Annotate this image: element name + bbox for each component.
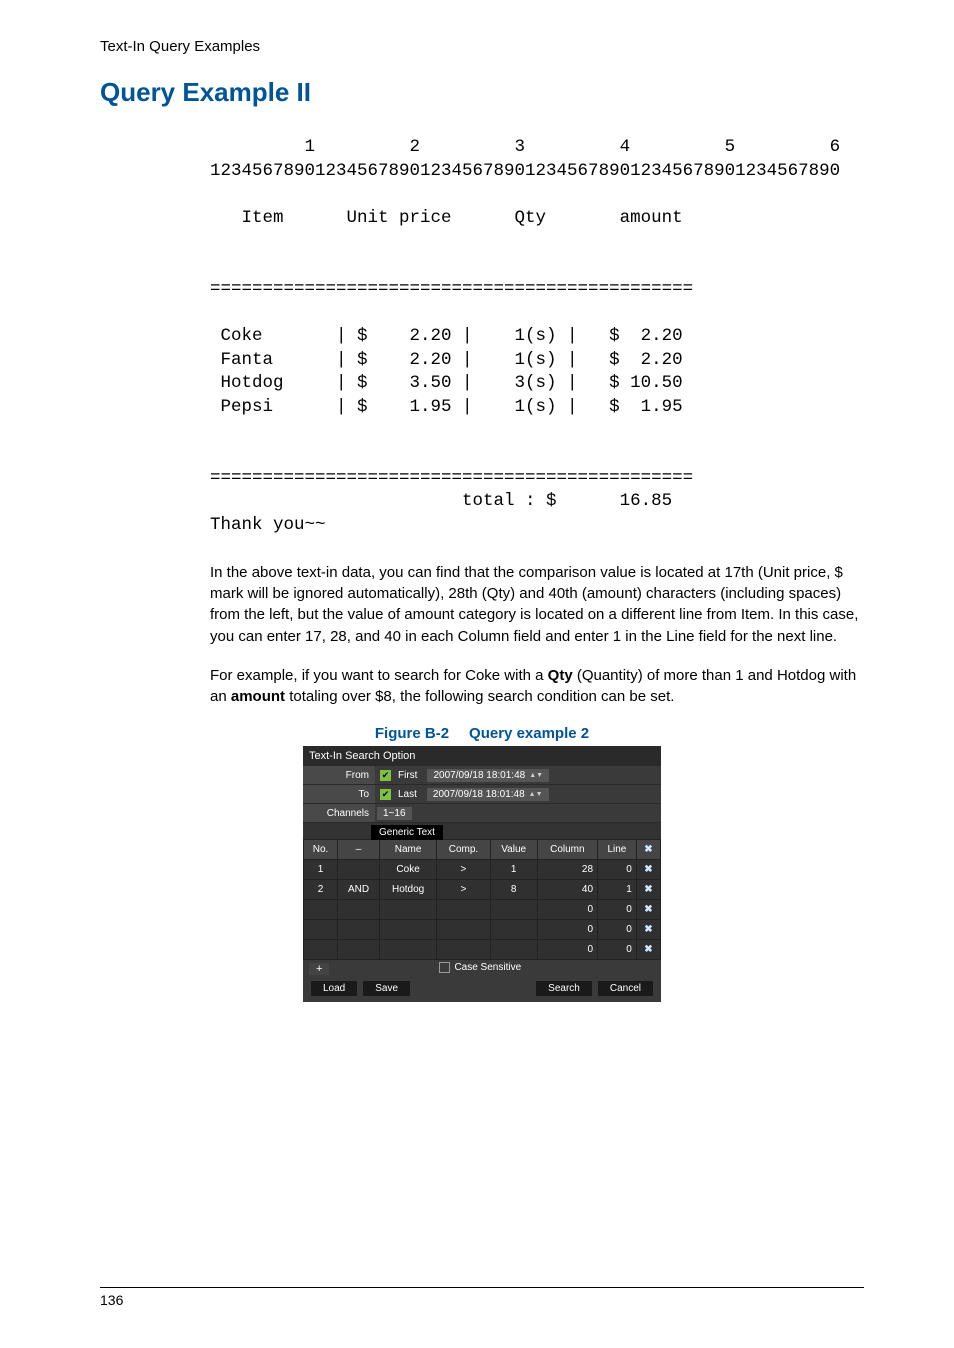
page-number: 136	[100, 1292, 123, 1308]
table-cell[interactable]	[304, 920, 338, 940]
add-row-button[interactable]: +	[309, 963, 329, 975]
table-header: ✖	[636, 840, 660, 860]
table-cell[interactable]: 8	[490, 880, 537, 900]
search-button[interactable]: Search	[536, 981, 592, 996]
table-cell[interactable]: ✖	[636, 900, 660, 920]
table-cell[interactable]	[338, 920, 380, 940]
conditions-table: No.–NameComp.ValueColumnLine✖ 1Coke>1280…	[303, 839, 661, 960]
section-header: Text-In Query Examples	[100, 38, 864, 55]
dialog-buttons: Load Save Search Cancel	[303, 975, 661, 998]
p2-part-a: For example, if you want to search for C…	[210, 667, 548, 684]
figure-caption: Figure B-2 Query example 2	[100, 725, 864, 742]
table-cell[interactable]: 0	[598, 940, 637, 960]
table-header: –	[338, 840, 380, 860]
case-sensitive-checkbox[interactable]	[439, 962, 450, 973]
to-datetime[interactable]: 2007/09/18 18:01:48▲▼	[427, 788, 549, 801]
table-cell[interactable]	[379, 900, 436, 920]
table-cell[interactable]: 0	[537, 900, 597, 920]
table-cell[interactable]	[490, 900, 537, 920]
table-cell[interactable]	[338, 940, 380, 960]
table-header: Value	[490, 840, 537, 860]
table-header: Line	[598, 840, 637, 860]
table-header: No.	[304, 840, 338, 860]
table-cell[interactable]	[437, 940, 490, 960]
last-checkbox[interactable]: ✔	[380, 789, 391, 800]
table-cell[interactable]: ✖	[636, 920, 660, 940]
table-row[interactable]: 00✖	[304, 940, 661, 960]
table-cell[interactable]	[490, 940, 537, 960]
table-cell[interactable]: 28	[537, 860, 597, 880]
first-checkbox[interactable]: ✔	[380, 770, 391, 781]
to-label: To	[303, 785, 375, 803]
cancel-button[interactable]: Cancel	[598, 981, 653, 996]
table-cell[interactable]: 1	[490, 860, 537, 880]
table-cell[interactable]: Hotdog	[379, 880, 436, 900]
table-cell[interactable]: 40	[537, 880, 597, 900]
table-header: Comp.	[437, 840, 490, 860]
table-header: Name	[379, 840, 436, 860]
text-in-search-dialog: Text-In Search Option From ✔ First 2007/…	[303, 746, 661, 1002]
table-cell[interactable]: ✖	[636, 860, 660, 880]
table-cell[interactable]	[304, 940, 338, 960]
p2-bold-amount: amount	[231, 688, 285, 705]
case-sensitive-option[interactable]: Case Sensitive	[439, 962, 521, 973]
table-cell[interactable]	[304, 900, 338, 920]
figure-label: Figure B-2	[375, 725, 449, 742]
figure-title: Query example 2	[469, 725, 589, 742]
p2-part-c: totaling over $8, the following search c…	[285, 688, 674, 705]
spinner-icon[interactable]: ▲▼	[529, 792, 543, 797]
paragraph-1: In the above text-in data, you can find …	[210, 562, 864, 647]
table-cell[interactable]: 0	[537, 920, 597, 940]
table-cell[interactable]: AND	[338, 880, 380, 900]
p2-bold-qty: Qty	[548, 667, 573, 684]
table-cell[interactable]: 1	[598, 880, 637, 900]
table-cell[interactable]	[379, 920, 436, 940]
channels-field[interactable]: 1~16	[377, 807, 412, 820]
table-cell[interactable]	[490, 920, 537, 940]
from-datetime[interactable]: 2007/09/18 18:01:48▲▼	[427, 769, 549, 782]
table-cell[interactable]	[437, 920, 490, 940]
table-cell[interactable]	[338, 900, 380, 920]
load-button[interactable]: Load	[311, 981, 357, 996]
save-button[interactable]: Save	[363, 981, 410, 996]
case-sensitive-label: Case Sensitive	[454, 962, 521, 973]
table-cell[interactable]: >	[437, 860, 490, 880]
channels-label: Channels	[303, 804, 375, 822]
dialog-title: Text-In Search Option	[303, 746, 661, 766]
generic-text-tab[interactable]: Generic Text	[371, 825, 443, 840]
table-row[interactable]: 00✖	[304, 920, 661, 940]
table-cell[interactable]: ✖	[636, 880, 660, 900]
to-row: To ✔ Last 2007/09/18 18:01:48▲▼	[303, 785, 661, 804]
table-header: Column	[537, 840, 597, 860]
page-footer: 136	[100, 1287, 864, 1308]
page-title: Query Example II	[100, 77, 864, 108]
paragraph-2: For example, if you want to search for C…	[210, 665, 864, 708]
table-cell[interactable]: 2	[304, 880, 338, 900]
receipt-block: 1 2 3 4 5 6 1234567890123456789012345678…	[210, 136, 864, 538]
table-cell[interactable]: 0	[598, 860, 637, 880]
from-row: From ✔ First 2007/09/18 18:01:48▲▼	[303, 766, 661, 785]
table-row[interactable]: 00✖	[304, 900, 661, 920]
spinner-icon[interactable]: ▲▼	[529, 773, 543, 778]
table-cell[interactable]: 0	[537, 940, 597, 960]
table-cell[interactable]	[379, 940, 436, 960]
table-cell[interactable]: 0	[598, 900, 637, 920]
table-cell[interactable]	[437, 900, 490, 920]
table-cell[interactable]: 0	[598, 920, 637, 940]
table-row[interactable]: 2ANDHotdog>8401✖	[304, 880, 661, 900]
from-label: From	[303, 766, 375, 784]
last-checkbox-label: Last	[394, 789, 421, 800]
table-cell[interactable]	[338, 860, 380, 880]
channels-row: Channels 1~16	[303, 804, 661, 823]
table-row[interactable]: 1Coke>1280✖	[304, 860, 661, 880]
table-cell[interactable]: Coke	[379, 860, 436, 880]
table-cell[interactable]: ✖	[636, 940, 660, 960]
first-checkbox-label: First	[394, 770, 421, 781]
table-cell[interactable]: 1	[304, 860, 338, 880]
table-cell[interactable]: >	[437, 880, 490, 900]
